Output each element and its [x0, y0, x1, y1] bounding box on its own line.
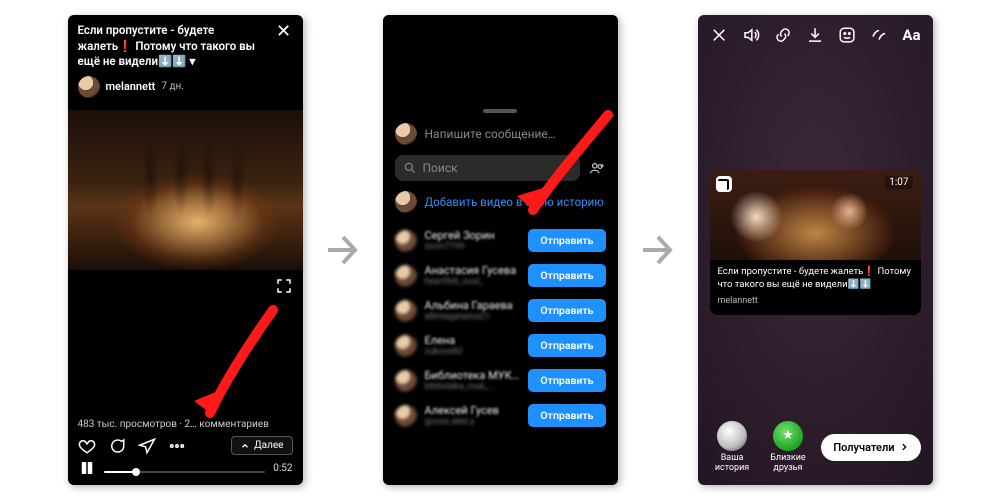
contact-avatar: [395, 265, 417, 287]
write-message-row[interactable]: Напишите сообщение…: [383, 113, 618, 145]
next-button[interactable]: Далее: [231, 436, 292, 455]
contacts-list: Сергей Зоринzorin7799ОтправитьАнастасия …: [383, 223, 618, 433]
send-button[interactable]: Отправить: [528, 229, 605, 252]
video-frame[interactable]: [68, 110, 303, 270]
author-username: melannett: [106, 80, 156, 93]
close-friends-button[interactable]: ★ Близкие друзья: [763, 421, 814, 473]
your-story-label: Ваша история: [710, 453, 755, 473]
contact-row: Библиотека МУК…biblioteka_muk_… Отправить: [383, 363, 618, 398]
step-arrow-icon: [323, 220, 363, 280]
story-media-card[interactable]: 1:07 Если пропустите - будете жалеть❗ По…: [710, 170, 921, 315]
contact-handle: albinagaraeva21: [425, 312, 521, 322]
send-button[interactable]: Отправить: [528, 299, 605, 322]
screen-story-editor: Aa 1:07 Если пропустите - будете жалеть❗…: [698, 15, 933, 485]
search-placeholder: Поиск: [423, 161, 458, 175]
sticker-icon[interactable]: [838, 25, 856, 45]
more-icon[interactable]: [168, 437, 186, 455]
author-avatar: [78, 76, 100, 98]
close-friends-icon: ★: [773, 421, 803, 451]
recipients-label: Получатели: [833, 441, 894, 454]
pause-icon[interactable]: [78, 459, 96, 477]
contact-row: Сергей Зоринzorin7799 Отправить: [383, 223, 618, 258]
contact-handle: biblioteka_muk_…: [425, 382, 521, 392]
link-icon[interactable]: [774, 25, 792, 45]
self-avatar-small: [395, 191, 417, 213]
close-icon[interactable]: [710, 25, 728, 45]
your-story-avatar: [717, 421, 747, 451]
screen-igtv-player: Если пропустите - будете жалеть❗ Потому …: [68, 15, 303, 485]
send-button[interactable]: Отправить: [528, 264, 605, 287]
contact-row: Еленаzukove82 Отправить: [383, 328, 618, 363]
contact-avatar: [395, 300, 417, 322]
next-label: Далее: [254, 440, 283, 451]
add-to-story-row[interactable]: Добавить видео в свою историю: [383, 181, 618, 223]
contact-handle: heartfelt_soul_: [425, 277, 521, 287]
send-button[interactable]: Отправить: [528, 369, 605, 392]
contact-handle: zukove82: [425, 347, 521, 357]
contact-handle: zorin7799: [425, 242, 521, 252]
contact-row: Анастасия Гусеваheartfelt_soul_ Отправить: [383, 258, 618, 293]
contact-row: Альбина Гараеваalbinagaraeva21 Отправить: [383, 293, 618, 328]
search-icon: [403, 161, 417, 175]
video-caption: Если пропустите - будете жалеть❗ Потому …: [78, 23, 269, 70]
contact-name: Библиотека МУК…: [425, 369, 521, 382]
step-arrow-icon: [638, 220, 678, 280]
text-tool[interactable]: Aa: [902, 26, 920, 44]
contact-handle: goose.alex.y: [425, 417, 521, 427]
write-message-placeholder: Напишите сообщение…: [425, 127, 556, 141]
share-icon[interactable]: [138, 437, 156, 455]
chevron-right-icon: [899, 442, 909, 452]
contact-name: Альбина Гараева: [425, 299, 521, 312]
duration-label: 0:52: [273, 463, 292, 474]
download-icon[interactable]: [806, 25, 824, 45]
like-icon[interactable]: [78, 437, 96, 455]
send-button[interactable]: Отправить: [528, 404, 605, 427]
media-duration: 1:07: [885, 176, 912, 189]
recipients-button[interactable]: Получатели: [821, 434, 920, 461]
annotation-arrow-icon: [188, 305, 278, 428]
contact-row: Алексей Гусевgoose.alex.y Отправить: [383, 398, 618, 433]
close-friends-label: Близкие друзья: [763, 453, 814, 473]
author-row[interactable]: melannett 7 дн.: [68, 74, 303, 104]
sound-icon[interactable]: [742, 25, 760, 45]
contact-name: Анастасия Гусева: [425, 264, 521, 277]
close-icon[interactable]: ✕: [275, 23, 293, 41]
contact-avatar: [395, 370, 417, 392]
contact-name: Елена: [425, 334, 521, 347]
progress-bar[interactable]: [104, 471, 266, 473]
add-to-story-label: Добавить видео в свою историю: [425, 195, 604, 209]
reel-badge-icon: [716, 176, 732, 192]
send-button[interactable]: Отправить: [528, 334, 605, 357]
card-username: melannett: [718, 295, 913, 307]
card-caption: Если пропустите - будете жалеть❗ Потому …: [718, 266, 913, 292]
contact-name: Алексей Гусев: [425, 404, 521, 417]
contact-avatar: [395, 405, 417, 427]
screen-share-sheet: Напишите сообщение… Поиск Добавить видео…: [383, 15, 618, 485]
search-input[interactable]: Поиск: [395, 155, 580, 181]
contact-name: Сергей Зорин: [425, 229, 521, 242]
views-comments-count: 483 тыс. просмотров · 2… комментариев: [78, 417, 293, 436]
post-age: 7 дн.: [161, 81, 184, 92]
effects-icon[interactable]: [870, 25, 888, 45]
contact-avatar: [395, 335, 417, 357]
fullscreen-icon[interactable]: [275, 277, 293, 295]
story-toolbar: Aa: [698, 15, 933, 55]
add-group-icon[interactable]: [588, 159, 606, 177]
self-avatar: [395, 123, 417, 145]
contact-avatar: [395, 230, 417, 252]
comment-icon[interactable]: [108, 437, 126, 455]
your-story-button[interactable]: Ваша история: [710, 421, 755, 473]
